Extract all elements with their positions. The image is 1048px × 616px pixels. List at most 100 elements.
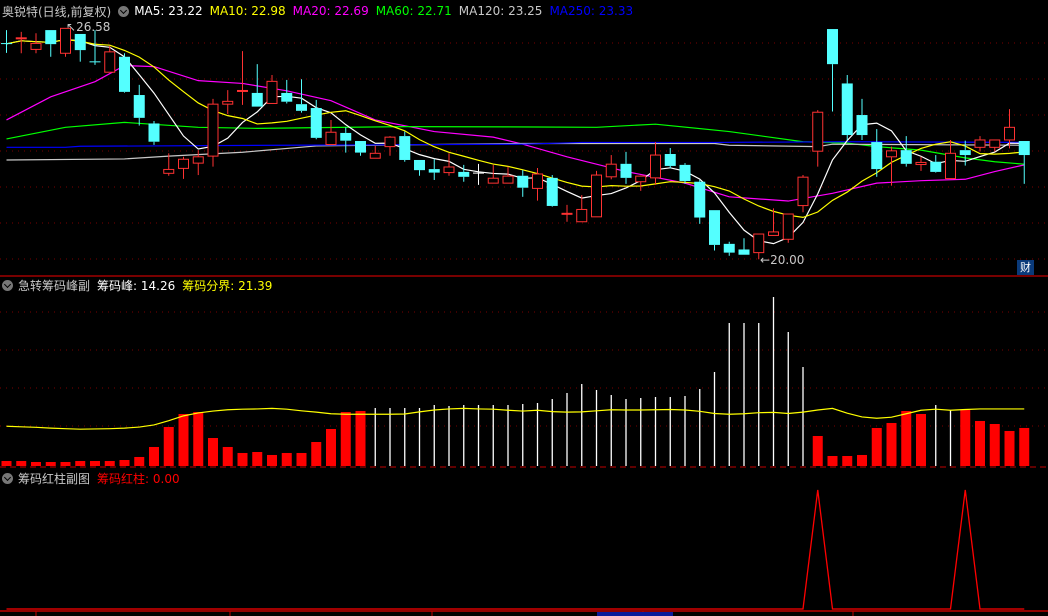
candle (266, 75, 278, 104)
low-price-label: ←20.00 (760, 253, 805, 267)
candle-body (251, 92, 263, 107)
chip-peak-bar (178, 414, 189, 466)
chevron-down-icon[interactable] (2, 279, 13, 291)
chip-peak-bar (60, 462, 71, 466)
candle-body (74, 33, 86, 51)
chip-peak-bar (16, 460, 27, 466)
candle-body (15, 37, 27, 40)
candle (133, 84, 145, 126)
date-cursor-box (597, 612, 673, 616)
candle (369, 145, 381, 159)
candle-body (768, 231, 779, 236)
panel2-header: 急转筹码峰副 筹码峰: 14.26 筹码分界: 21.39 (2, 277, 279, 293)
candle-body (856, 115, 868, 136)
candle (930, 155, 942, 173)
candle (443, 153, 455, 176)
candle-body (178, 158, 189, 169)
candle-body (797, 176, 809, 207)
chip-peak-bar (1004, 430, 1015, 466)
candle-body (827, 29, 838, 65)
candle-body (782, 213, 794, 240)
panel2-title: 急转筹码峰副 (18, 278, 91, 293)
chip-peak-bar (960, 410, 971, 466)
chip-peak-bar (827, 456, 838, 466)
candle (1018, 141, 1030, 184)
stock-chart[interactable] (0, 0, 1048, 616)
candle-body (546, 177, 558, 206)
candle (812, 110, 824, 167)
candle (207, 98, 219, 167)
candle (473, 163, 484, 185)
ma120-label: MA120: 23.25 (458, 4, 543, 18)
candle-body (871, 142, 883, 170)
finance-button[interactable]: 财 (1017, 260, 1034, 275)
candle (605, 155, 617, 180)
candle (517, 170, 529, 197)
candle (576, 195, 588, 223)
candle-body (532, 173, 543, 189)
candle-body (30, 42, 42, 50)
candle (856, 98, 868, 140)
candle (546, 175, 558, 207)
candle (782, 213, 794, 243)
chip-peak-bar (296, 452, 307, 466)
candle-body (458, 171, 470, 177)
candle (89, 30, 101, 65)
chip-peak-value: 筹码峰: 14.26 (97, 278, 176, 293)
stock-title: 奥锐特(日线,前复权) (2, 4, 112, 19)
candle-body (959, 150, 971, 156)
candle-body (133, 95, 145, 118)
chip-peak-bar (1019, 427, 1030, 466)
candle (222, 90, 234, 114)
candle-body (296, 104, 307, 111)
chip-peak-bar (871, 428, 882, 466)
candle-body (591, 174, 602, 218)
chip-peak-bar (901, 410, 912, 466)
ma10-label: MA10: 22.98 (209, 4, 286, 18)
panel3-header: 筹码红柱副图 筹码红柱: 0.00 (2, 470, 187, 486)
candle (915, 156, 927, 171)
chip-peak-bar (311, 442, 322, 466)
candle (900, 136, 912, 167)
candle (841, 75, 853, 140)
candle-body (709, 210, 720, 245)
chip-peak-bar (857, 454, 867, 466)
candle-body (89, 61, 101, 63)
candle-body (930, 161, 942, 172)
chip-peak-bar (208, 438, 218, 466)
chip-red-bar-value: 筹码红柱: 0.00 (97, 471, 180, 486)
candle-body (886, 150, 897, 158)
main-header: 奥锐特(日线,前复权) MA5: 23.22 MA10: 22.98 MA20:… (2, 3, 640, 19)
chip-red-bar-line (6, 489, 1025, 610)
candle (355, 141, 366, 156)
candle-body (399, 136, 411, 160)
chip-peak-bar (90, 460, 100, 466)
candle (237, 51, 248, 105)
candle-body (1004, 126, 1015, 141)
candle-body (841, 83, 853, 136)
candle-body (753, 233, 765, 254)
candle (620, 151, 632, 184)
candle (45, 30, 57, 57)
high-price-label: ↖26.58 (66, 20, 111, 34)
candle-body (192, 156, 204, 164)
candle-body (945, 152, 956, 180)
candle-body (355, 141, 366, 153)
candle-body (281, 92, 293, 102)
chip-peak-bar (75, 460, 86, 466)
chevron-down-icon[interactable] (2, 472, 13, 484)
candle-body (1018, 141, 1030, 156)
candle-body (266, 80, 278, 104)
candle (974, 136, 986, 152)
candle-body (428, 169, 440, 173)
candle (178, 156, 189, 179)
chip-peak-bar (149, 446, 159, 466)
candle-body (369, 152, 381, 159)
candle-body (650, 154, 661, 179)
candle-body (148, 123, 160, 142)
candle-body (812, 111, 824, 152)
chip-peak-bar (222, 446, 233, 466)
candle-body (576, 208, 588, 223)
candle (74, 33, 86, 62)
chevron-down-icon[interactable] (118, 5, 130, 17)
